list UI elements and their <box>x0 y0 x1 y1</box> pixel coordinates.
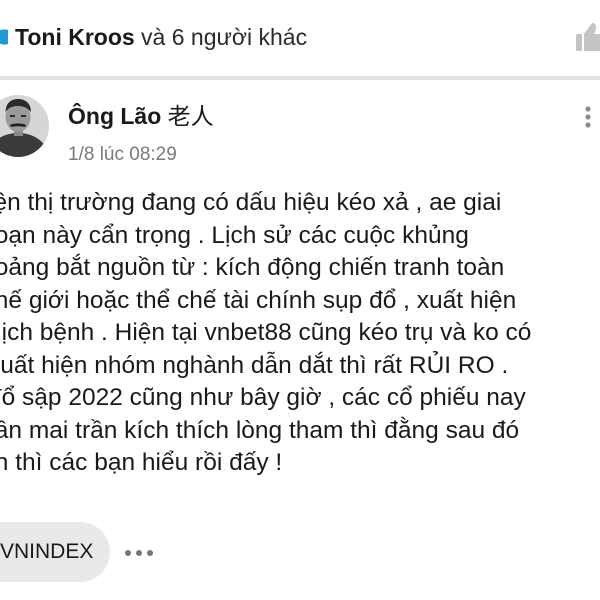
reactor-others: và 6 người khác <box>134 24 308 50</box>
reactions-summary[interactable]: Toni Kroos và 6 người khác <box>15 22 307 52</box>
post-card: Ông Lão 老人 1/8 lúc 08:29 iện thị trường … <box>0 80 600 600</box>
hashtag-label: VNINDEX <box>0 540 94 563</box>
post-timestamp[interactable]: 1/8 lúc 08:29 <box>68 143 177 167</box>
post-line: dịch bệnh . Hiện tại vnbet88 cũng kéo tr… <box>0 319 532 346</box>
reactor-name: Toni Kroos <box>15 24 135 50</box>
author-name[interactable]: Ông Lão 老人 <box>68 101 214 131</box>
author-name-latin: Ông Lão <box>68 103 162 129</box>
post-line: thế giới hoặc thể chế tài chính sụp đổ ,… <box>0 286 517 314</box>
author-avatar[interactable] <box>0 95 49 157</box>
post-line: tn thì các bạn hiểu rồi đấy ! <box>0 449 283 476</box>
more-horizontal-icon[interactable] <box>123 548 155 558</box>
post-line: tần mai trần kích thích lòng tham thì đằ… <box>0 416 520 444</box>
post-line: toạn này cẩn trọng . Lịch sử các cuộc kh… <box>0 221 469 249</box>
post-body: iện thị trường đang có dấu hiệu kéo xả ,… <box>0 187 600 480</box>
author-name-cjk: 老人 <box>167 103 214 129</box>
more-vertical-icon[interactable] <box>584 106 592 128</box>
like-thumb-icon[interactable] <box>576 20 600 54</box>
post-line: xuất hiện nhóm nghành dẫn dắt thì rất RỦ… <box>0 351 509 379</box>
reaction-icon <box>0 29 8 45</box>
reactions-bar[interactable]: Toni Kroos và 6 người khác <box>0 0 600 76</box>
post-line: iện thị trường đang có dấu hiệu kéo xả ,… <box>0 189 502 216</box>
post-line: đổ sập 2022 cũng như bây giờ , các cổ ph… <box>0 384 526 411</box>
hashtag-chip[interactable]: VNINDEX <box>0 522 110 582</box>
post-line: toảng bắt nguồn từ : kích động chiến tra… <box>0 254 505 281</box>
